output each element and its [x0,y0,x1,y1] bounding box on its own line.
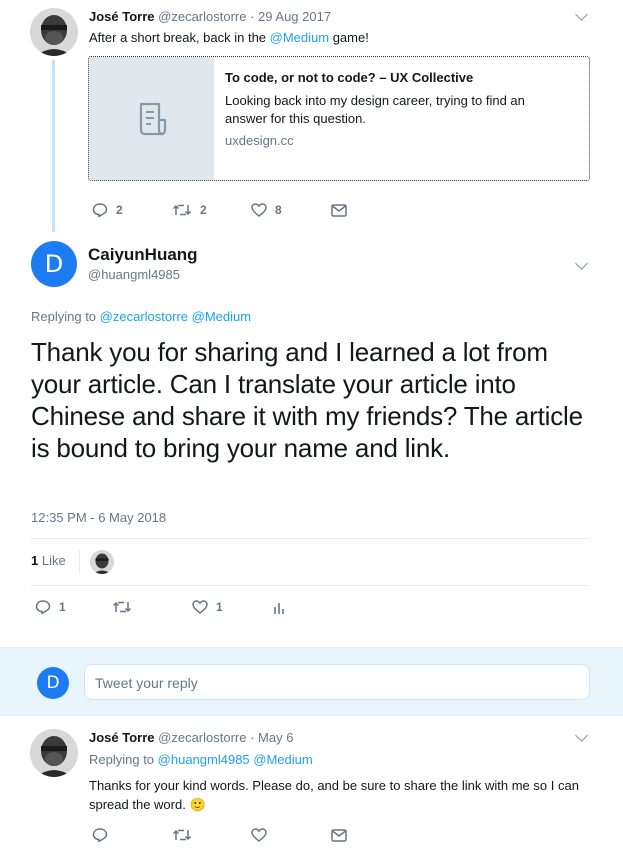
person-photo-icon [30,8,78,56]
tweet-date[interactable]: · 29 Aug 2017 [250,9,331,24]
heart-icon [251,203,267,217]
author-handle[interactable]: @zecarlostorre [158,730,246,745]
reply-count: 2 [116,203,123,217]
tweet-text: After a short break, back in the @Medium… [89,30,369,45]
chevron-down-icon[interactable] [575,257,588,270]
tweet-text-large: Thank you for sharing and I learned a lo… [31,337,583,463]
tweet-header: José Torre @zecarlostorre · 29 Aug 2017 [89,9,331,24]
likes-count: 1 [31,553,39,568]
tweet-date[interactable]: · May 6 [250,730,293,745]
retweet-icon [172,829,192,841]
heart-icon [251,828,267,842]
like-count: 1 [216,600,223,614]
reply-placeholder: Tweet your reply [95,675,198,691]
dm-action[interactable] [331,204,347,217]
author-handle[interactable]: @zecarlostorre [158,9,246,24]
divider [31,538,589,539]
link-card[interactable]: To code, or not to code? – UX Collective… [88,56,590,181]
author-name[interactable]: CaiyunHuang [88,245,198,265]
like-action[interactable]: 1 [192,600,223,614]
replying-mentions[interactable]: @zecarlostorre @Medium [100,309,251,324]
retweet-action[interactable]: 2 [172,203,207,217]
author-avatar[interactable] [30,8,78,56]
chevron-down-icon[interactable] [575,729,588,742]
person-photo-icon [90,550,114,574]
author-avatar[interactable] [30,729,78,777]
chevron-down-icon[interactable] [575,8,588,21]
retweet-icon [172,204,192,216]
retweet-action[interactable] [172,828,192,842]
replying-to: Replying to @huangml4985 @Medium [89,752,313,767]
mention-link[interactable]: @Medium [270,30,329,45]
envelope-icon [331,204,347,217]
replying-mentions[interactable]: @huangml4985 @Medium [158,752,313,767]
retweet-count: 2 [200,203,207,217]
likes-label: Like [41,553,66,568]
author-handle[interactable]: @huangml4985 [88,267,180,282]
reply-input[interactable]: Tweet your reply [84,664,590,700]
liker-avatar[interactable] [90,550,114,574]
reply-action[interactable]: 1 [35,600,66,614]
analytics-action[interactable] [273,600,287,615]
likes-summary[interactable]: 1 Like [31,553,66,568]
reply-icon [92,828,108,842]
analytics-icon [274,603,284,614]
author-name[interactable]: José Torre [89,9,155,24]
likes-separator [79,550,80,574]
like-action[interactable] [251,828,267,842]
dm-action[interactable] [331,829,347,842]
reply-icon [35,600,51,614]
card-description: Looking back into my design career, tryi… [225,93,525,126]
reply-icon [92,203,108,217]
card-domain: uxdesign.cc [225,133,294,148]
card-image [89,57,214,180]
thread-line [52,60,55,232]
author-name[interactable]: José Torre [89,730,155,745]
retweet-action[interactable] [112,600,132,614]
tweet-text: Thanks for your kind words. Please do, a… [89,778,579,812]
composer-avatar: D [37,667,69,699]
replying-to: Replying to @zecarlostorre @Medium [31,309,252,324]
document-icon [139,102,166,136]
person-photo-icon [30,729,78,777]
tweet-header: José Torre @zecarlostorre · May 6 [89,730,293,745]
heart-icon [192,600,208,614]
reply-action[interactable]: 2 [92,203,123,217]
like-action[interactable]: 8 [251,203,282,217]
envelope-icon [331,829,347,842]
reply-count: 1 [59,600,66,614]
tweet-timestamp[interactable]: 12:35 PM - 6 May 2018 [31,510,166,525]
retweet-icon [112,601,132,613]
card-title: To code, or not to code? – UX Collective [225,70,474,85]
reply-action[interactable] [92,828,108,842]
like-count: 8 [275,203,282,217]
divider [31,585,589,586]
author-avatar-d[interactable]: D [31,241,77,287]
